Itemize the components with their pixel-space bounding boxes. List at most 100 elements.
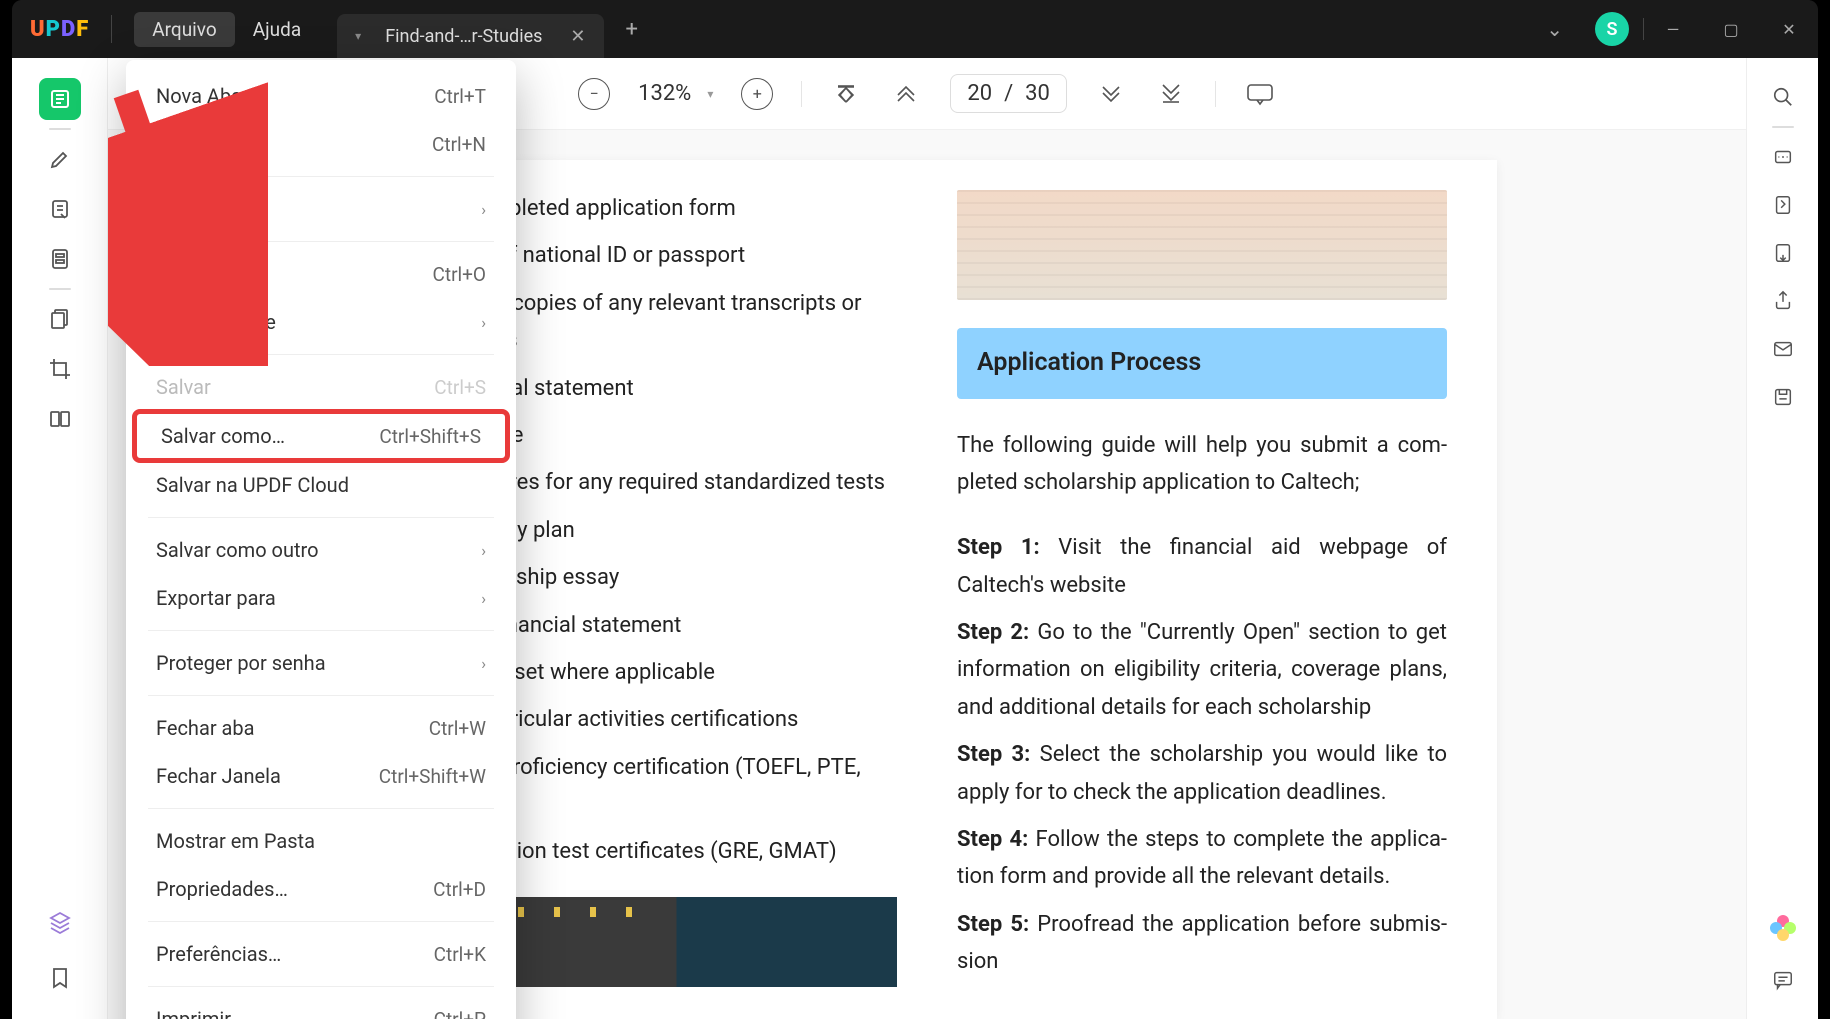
current-page: 20	[967, 81, 992, 106]
new-tab-button[interactable]: +	[626, 17, 638, 42]
menu-separator	[148, 176, 494, 177]
ai-button[interactable]	[1764, 909, 1802, 947]
document-tab[interactable]: ▾ Find-and-…r-Studies ✕	[337, 14, 603, 58]
file-menu-dropdown: Nova AbaCtrl+T Nova janelaCtrl+N Criar› …	[126, 60, 516, 1019]
menu-ajuda[interactable]: Ajuda	[235, 12, 319, 47]
chevron-right-icon: ›	[481, 654, 486, 673]
divider	[49, 128, 71, 130]
step-label: Step 2:	[957, 620, 1029, 645]
menu-abrir[interactable]: Abrir…Ctrl+O	[126, 250, 516, 298]
menu-criar[interactable]: Criar›	[126, 185, 516, 233]
page-sep: /	[1004, 81, 1013, 106]
highlight-tool-button[interactable]	[39, 138, 81, 180]
minimize-button[interactable]: —	[1644, 9, 1702, 49]
menu-exportar[interactable]: Exportar para›	[126, 574, 516, 622]
flower-icon	[1770, 915, 1796, 941]
menu-abrir-recente[interactable]: Abrir Recente›	[126, 298, 516, 346]
menu-nova-janela[interactable]: Nova janelaCtrl+N	[126, 120, 516, 168]
divider	[1772, 126, 1794, 128]
menu-salvar-outro[interactable]: Salvar como outro›	[126, 526, 516, 574]
chevron-right-icon: ›	[481, 313, 486, 332]
zoom-level: 132%	[638, 81, 691, 106]
last-page-button[interactable]	[1155, 78, 1187, 110]
menu-arquivo[interactable]: Arquivo	[134, 12, 234, 47]
first-page-button[interactable]	[830, 78, 862, 110]
user-avatar[interactable]: S	[1595, 12, 1629, 46]
email-button[interactable]	[1764, 330, 1802, 368]
menu-nova-aba[interactable]: Nova AbaCtrl+T	[126, 72, 516, 120]
tab-chevron-icon: ▾	[355, 29, 361, 43]
menu-separator	[148, 354, 494, 355]
menu-separator	[148, 630, 494, 631]
step-label: Step 5:	[957, 912, 1029, 937]
chevron-down-icon[interactable]: ⌄	[1528, 17, 1581, 41]
menu-mostrar-pasta[interactable]: Mostrar em Pasta	[126, 817, 516, 865]
menu-proteger[interactable]: Proteger por senha›	[126, 639, 516, 687]
zoom-in-button[interactable]: +	[741, 78, 773, 110]
menu-salvar-como[interactable]: Salvar como…Ctrl+Shift+S	[137, 414, 505, 458]
step-label: Step 1:	[957, 535, 1040, 560]
right-column: Application Process The following guide …	[957, 190, 1447, 989]
layers-button[interactable]	[39, 901, 81, 943]
step-label: Step 3:	[957, 742, 1030, 767]
page-tool-button[interactable]	[39, 238, 81, 280]
step-label: Step 4:	[957, 827, 1028, 852]
menu-salvar-cloud[interactable]: Salvar na UPDF Cloud	[126, 461, 516, 509]
zoom-dropdown-icon[interactable]: ▾	[707, 87, 713, 101]
chevron-right-icon: ›	[481, 541, 486, 560]
convert-button[interactable]	[1764, 234, 1802, 272]
pdf-page: The completed application formCopies of …	[357, 160, 1497, 1019]
menu-preferencias[interactable]: Preferências…Ctrl+K	[126, 930, 516, 978]
menu-separator	[148, 517, 494, 518]
menu-separator	[148, 921, 494, 922]
app-logo: UPDF	[30, 17, 89, 42]
menu-salvar: SalvarCtrl+S	[126, 363, 516, 411]
comment-button[interactable]	[1764, 961, 1802, 999]
document-image	[957, 190, 1447, 300]
crop-tool-button[interactable]	[39, 348, 81, 390]
total-pages: 30	[1025, 81, 1050, 106]
left-toolbar	[12, 58, 108, 1019]
next-page-button[interactable]	[1095, 78, 1127, 110]
step-item: Step 3: Select the scholarship you would…	[957, 736, 1447, 811]
chevron-right-icon: ›	[481, 200, 486, 219]
presentation-button[interactable]	[1244, 78, 1276, 110]
divider	[49, 288, 71, 290]
reader-mode-button[interactable]	[39, 78, 81, 120]
save-button[interactable]	[1764, 378, 1802, 416]
right-toolbar	[1746, 58, 1818, 1019]
menu-fechar-aba[interactable]: Fechar abaCtrl+W	[126, 704, 516, 752]
step-item: Step 1: Visit the financial aid webpage …	[957, 529, 1447, 604]
menu-separator	[148, 241, 494, 242]
page-indicator[interactable]: 20 / 30	[950, 74, 1067, 113]
tab-close-button[interactable]: ✕	[570, 26, 585, 47]
search-button[interactable]	[1764, 78, 1802, 116]
divider	[801, 81, 802, 107]
annotation-highlight: Salvar como…Ctrl+Shift+S	[132, 409, 510, 463]
prev-page-button[interactable]	[890, 78, 922, 110]
menu-imprimir[interactable]: ImprimirCtrl+P	[126, 995, 516, 1019]
maximize-button[interactable]: ▢	[1702, 9, 1760, 49]
ocr-button[interactable]	[1764, 138, 1802, 176]
menu-fechar-janela[interactable]: Fechar JanelaCtrl+Shift+W	[126, 752, 516, 800]
step-item: Step 4: Follow the steps to complete the…	[957, 821, 1447, 896]
step-item: Step 5: Proofread the application before…	[957, 906, 1447, 981]
divider	[111, 15, 112, 43]
close-button[interactable]: ✕	[1760, 9, 1818, 49]
titlebar: UPDF Arquivo Ajuda ▾ Find-and-…r-Studies…	[12, 0, 1818, 58]
zoom-out-button[interactable]: −	[578, 78, 610, 110]
tab-title: Find-and-…r-Studies	[385, 26, 542, 47]
divider	[1215, 81, 1216, 107]
section-heading: Application Process	[957, 328, 1447, 399]
step-item: Step 2: Go to the "Currently Open" secti…	[957, 614, 1447, 726]
menu-separator	[148, 808, 494, 809]
compare-tool-button[interactable]	[39, 398, 81, 440]
menu-separator	[148, 986, 494, 987]
intro-paragraph: The following guide will help you submit…	[957, 427, 1447, 502]
share-button[interactable]	[1764, 282, 1802, 320]
edit-tool-button[interactable]	[39, 188, 81, 230]
bookmark-button[interactable]	[39, 957, 81, 999]
menu-propriedades[interactable]: Propriedades…Ctrl+D	[126, 865, 516, 913]
organize-tool-button[interactable]	[39, 298, 81, 340]
compress-button[interactable]	[1764, 186, 1802, 224]
